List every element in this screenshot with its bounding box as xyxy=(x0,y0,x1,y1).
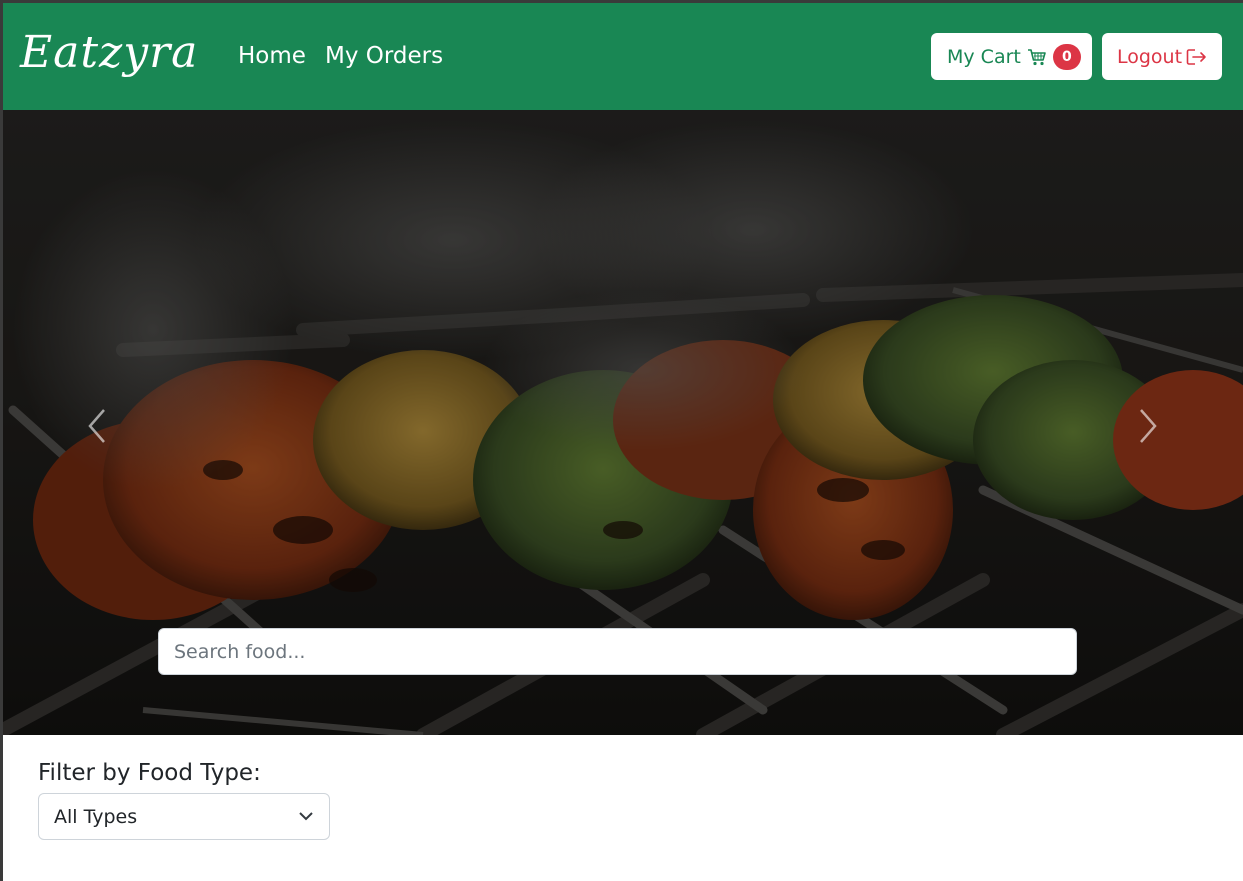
chevron-down-icon xyxy=(299,812,313,821)
nav-link-my-orders[interactable]: My Orders xyxy=(325,43,443,69)
logout-button[interactable]: Logout xyxy=(1102,33,1222,80)
search-food-input[interactable] xyxy=(158,628,1077,675)
carousel-next-button[interactable] xyxy=(1128,406,1168,446)
chevron-left-icon xyxy=(88,409,105,443)
logout-label: Logout xyxy=(1117,45,1183,68)
filter-label: Filter by Food Type: xyxy=(38,760,261,786)
my-cart-button[interactable]: My Cart 0 xyxy=(931,33,1092,80)
nav-link-home[interactable]: Home xyxy=(238,43,306,69)
carousel-prev-button[interactable] xyxy=(77,406,117,446)
hero-carousel xyxy=(3,110,1243,735)
food-type-selected: All Types xyxy=(54,805,138,828)
cart-count-badge: 0 xyxy=(1052,43,1081,70)
cart-icon xyxy=(1027,48,1046,65)
navbar: Eatzyra Home My Orders My Cart 0 Logout xyxy=(3,3,1243,110)
chevron-right-icon xyxy=(1140,409,1157,443)
logout-icon xyxy=(1186,48,1206,65)
brand-logo[interactable]: Eatzyra xyxy=(20,27,198,78)
my-cart-label: My Cart xyxy=(947,45,1021,68)
food-type-select[interactable]: All Types xyxy=(38,793,330,840)
browser-viewport: Eatzyra Home My Orders My Cart 0 Logout xyxy=(3,3,1243,881)
